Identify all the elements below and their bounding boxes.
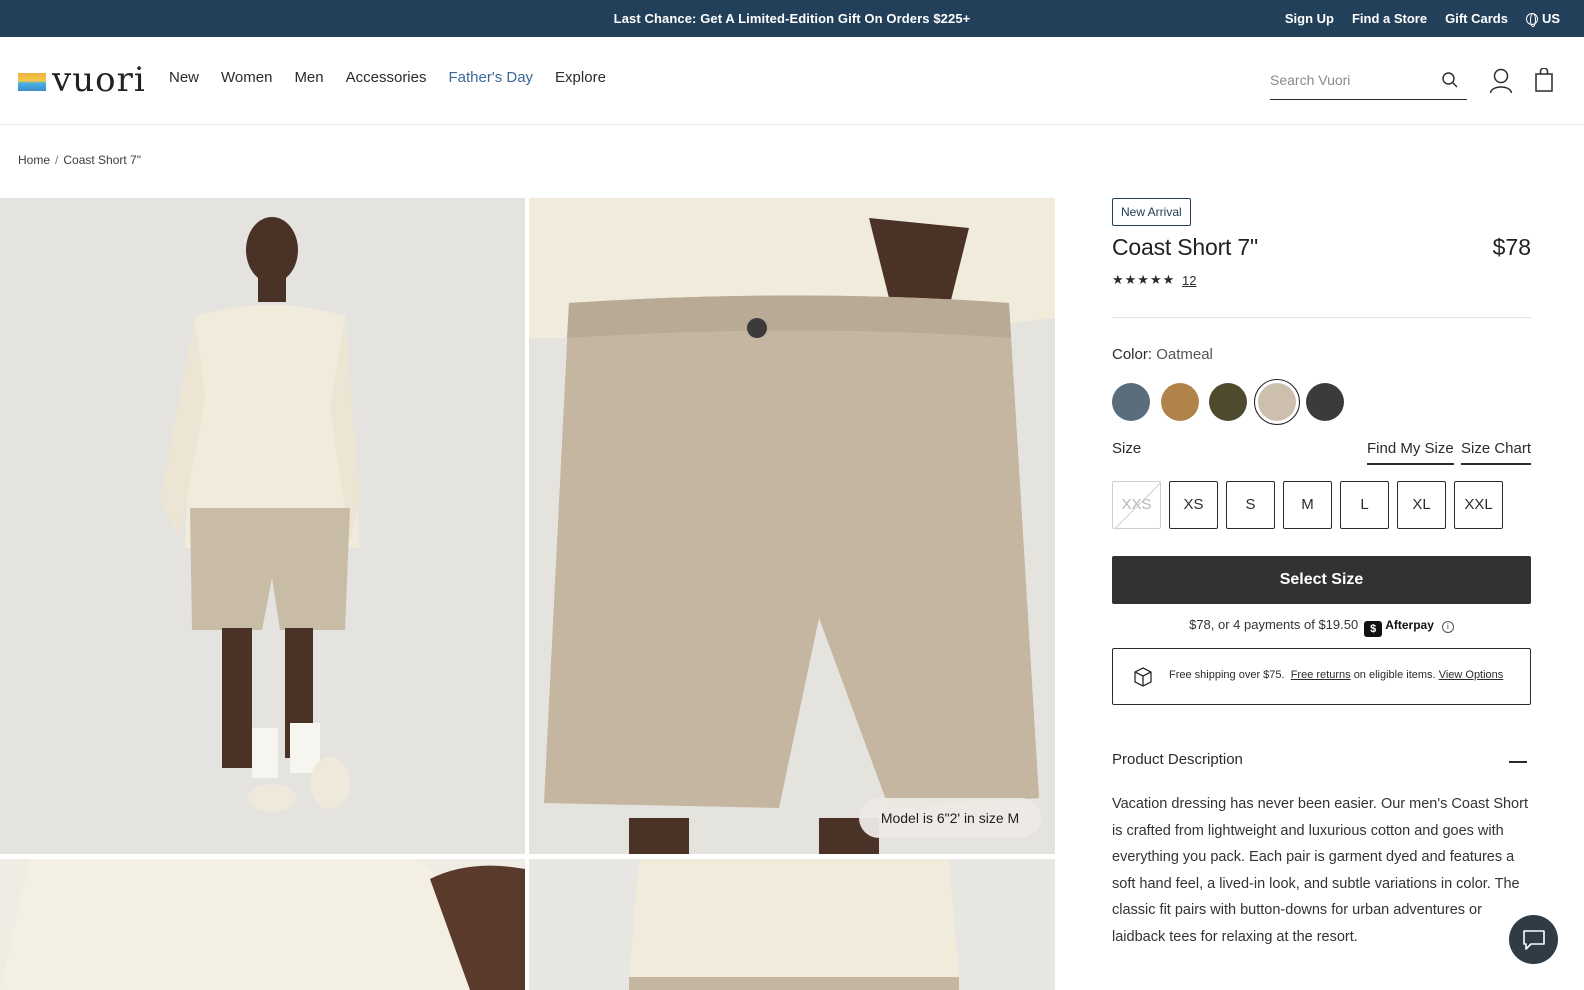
product-price: $78 (1492, 234, 1531, 260)
search-placeholder: Search Vuori (1270, 72, 1351, 88)
region-selector[interactable]: US (1525, 11, 1560, 27)
nav-new[interactable]: New (169, 69, 199, 86)
divider (1112, 317, 1531, 318)
product-image-shorts-closeup[interactable] (529, 198, 1055, 854)
afterpay-text: $78, or 4 payments of $19.50 (1189, 617, 1359, 632)
announcement-bar: Last Chance: Get A Limited-Edition Gift … (0, 0, 1584, 37)
cart-icon[interactable] (1535, 68, 1553, 92)
afterpay-brand: Afterpay (1385, 618, 1434, 632)
swatch-olive[interactable] (1209, 383, 1247, 421)
product-description-body: Vacation dressing has never been easier.… (1112, 796, 1528, 945)
size-option-l[interactable]: L (1340, 481, 1389, 529)
gift-cards-link[interactable]: Gift Cards (1445, 11, 1508, 26)
rating-stars[interactable]: ★★★★★ (1112, 272, 1175, 288)
product-image-back-view[interactable] (529, 859, 1055, 990)
swatch-charcoal[interactable] (1306, 383, 1344, 421)
color-value: Oatmeal (1156, 346, 1213, 363)
view-options-link[interactable]: View Options (1439, 669, 1504, 681)
chat-icon (1523, 930, 1545, 950)
size-option-label: XXS (1121, 496, 1152, 513)
free-returns-link[interactable]: Free returns (1291, 669, 1351, 681)
product-title: Coast Short 7" (1112, 234, 1258, 260)
swatch-oatmeal[interactable] (1254, 379, 1300, 425)
nav-accessories[interactable]: Accessories (346, 69, 427, 86)
color-label-text: Color: (1112, 346, 1153, 363)
size-chart-link[interactable]: Size Chart (1461, 440, 1532, 465)
shipping-text: Free shipping over $75. Free returns on … (1169, 669, 1503, 681)
new-arrival-badge: New Arrival (1112, 198, 1191, 226)
logo-mark-icon (18, 73, 46, 91)
review-count-link[interactable]: 12 (1182, 273, 1196, 288)
size-option-xxl[interactable]: XXL (1454, 481, 1503, 529)
model-full-body-illustration (160, 217, 360, 812)
shorts-closeup-illustration (529, 198, 1055, 854)
product-image-full-body[interactable] (0, 198, 525, 854)
size-option-m[interactable]: M (1283, 481, 1332, 529)
breadcrumb-current: Coast Short 7" (63, 153, 141, 167)
shipping-info-box: Free shipping over $75. Free returns on … (1112, 648, 1531, 705)
find-my-size-link[interactable]: Find My Size (1367, 440, 1454, 465)
size-option-xs[interactable]: XS (1169, 481, 1218, 529)
main-nav: New Women Men Accessories Father's Day E… (169, 69, 606, 86)
select-size-button[interactable]: Select Size (1112, 556, 1531, 604)
search-icon[interactable] (1441, 71, 1459, 89)
afterpay-logo-icon: $ (1364, 621, 1383, 637)
region-label: US (1541, 11, 1560, 26)
afterpay-info: $78, or 4 payments of $19.50 $ Afterpay i (1112, 617, 1531, 637)
size-label: Size (1112, 440, 1142, 457)
breadcrumb-separator: / (55, 153, 59, 167)
info-icon[interactable]: i (1441, 621, 1454, 633)
fabric-detail-illustration (0, 859, 525, 990)
swatch-slate-blue[interactable] (1112, 383, 1150, 421)
breadcrumb: Home / Coast Short 7" (18, 153, 141, 167)
eligible-items-text: on eligible items. (1353, 669, 1436, 681)
shipping-threshold: Free shipping over $75. (1169, 669, 1285, 681)
nav-men[interactable]: Men (294, 69, 323, 86)
product-description-heading[interactable]: Product Description (1112, 751, 1243, 768)
find-store-link[interactable]: Find a Store (1352, 11, 1427, 26)
size-option-s[interactable]: S (1226, 481, 1275, 529)
size-option-xl[interactable]: XL (1397, 481, 1446, 529)
utility-links: Sign Up Find a Store Gift Cards US (1285, 11, 1560, 27)
nav-fathers-day[interactable]: Father's Day (448, 69, 533, 86)
globe-icon (1525, 13, 1538, 27)
logo-wordmark: vuori (52, 60, 146, 100)
product-image-fabric-detail[interactable] (0, 859, 525, 990)
chat-button[interactable] (1509, 915, 1558, 964)
back-view-illustration (629, 859, 959, 990)
site-header: vuori New Women Men Accessories Father's… (0, 37, 1584, 125)
breadcrumb-home[interactable]: Home (18, 153, 50, 167)
account-icon[interactable] (1489, 68, 1513, 94)
swatch-camel[interactable] (1161, 383, 1199, 421)
vuori-logo[interactable]: vuori (18, 63, 146, 97)
size-option-xxs[interactable]: XXS (1112, 481, 1161, 529)
nav-explore[interactable]: Explore (555, 69, 606, 86)
model-size-note: Model is 6"2' in size M (859, 798, 1041, 838)
nav-women[interactable]: Women (221, 69, 272, 86)
package-icon (1134, 667, 1152, 687)
color-label: Color: Oatmeal (1112, 346, 1213, 363)
sign-up-link[interactable]: Sign Up (1285, 11, 1334, 26)
collapse-icon[interactable] (1509, 761, 1527, 763)
search-input[interactable]: Search Vuori (1270, 67, 1467, 100)
